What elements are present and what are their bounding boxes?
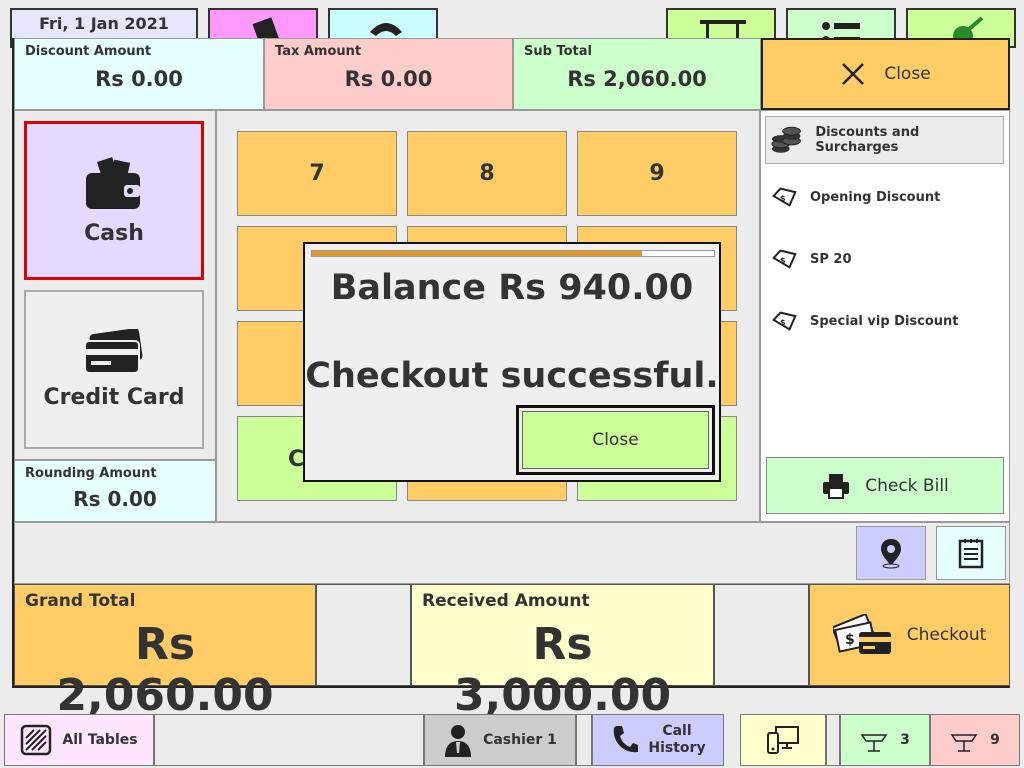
notes-button[interactable] xyxy=(936,526,1006,580)
tables-occupied-badge[interactable]: 9 xyxy=(930,714,1020,766)
discount-item-sp20[interactable]: $ SP 20 xyxy=(770,244,1000,274)
all-tables-button[interactable]: All Tables xyxy=(4,714,154,766)
grand-total-box: Grand Total Rs 2,060.00 xyxy=(14,584,316,721)
credit-card-icon xyxy=(84,329,143,374)
discount-amount-value: Rs 0.00 xyxy=(95,67,183,91)
cash-and-card-icon: $ xyxy=(832,614,891,654)
key-8[interactable]: 8 xyxy=(407,131,567,216)
price-tag-icon: $ xyxy=(770,310,800,332)
wallet-icon xyxy=(86,157,140,209)
call-history-label-line1: Call xyxy=(662,723,692,739)
tables-icon xyxy=(21,724,52,756)
price-tag-icon: $ xyxy=(770,248,800,270)
discounts-header-label: Discounts and Surcharges xyxy=(815,125,920,155)
totals-spacer-1 xyxy=(316,584,411,686)
all-tables-label: All Tables xyxy=(62,732,138,748)
check-bill-button[interactable]: Check Bill xyxy=(766,457,1004,514)
close-panel-button[interactable]: Close xyxy=(761,38,1010,110)
credit-card-label: Credit Card xyxy=(43,385,185,410)
dialog-close-button[interactable]: Close xyxy=(522,411,709,469)
tax-amount-value: Rs 0.00 xyxy=(344,67,433,91)
dialog-progress-bar xyxy=(311,250,715,257)
cash-button[interactable]: Cash xyxy=(24,121,204,280)
svg-text:$: $ xyxy=(780,318,786,327)
tables-occupied-count: 9 xyxy=(990,732,1000,748)
call-history-label-line2: History xyxy=(648,740,706,756)
svg-text:$: $ xyxy=(845,632,855,648)
checkout-success-dialog: Balance Rs 940.00 Checkout successful. C… xyxy=(303,242,721,482)
discount-item-special-vip[interactable]: $ Special vip Discount xyxy=(770,306,1000,336)
call-history-button[interactable]: Call History xyxy=(592,714,724,766)
footer-gap xyxy=(576,714,592,766)
cashier-button[interactable]: Cashier 1 xyxy=(424,714,576,766)
discount-item-label: SP 20 xyxy=(810,251,852,267)
key-9[interactable]: 9 xyxy=(577,131,737,216)
received-amount-label: Received Amount xyxy=(422,591,590,611)
sub-total-box: Sub Total Rs 2,060.00 xyxy=(513,38,761,110)
dialog-balance-text: Balance Rs 940.00 xyxy=(330,268,694,308)
grand-total-label: Grand Total xyxy=(25,591,136,611)
rounding-amount-label: Rounding Amount xyxy=(25,466,157,481)
cash-label: Cash xyxy=(84,221,144,246)
dialog-close-button-frame: Close xyxy=(516,405,715,475)
phone-handset-icon xyxy=(614,726,639,753)
sub-total-label: Sub Total xyxy=(524,44,592,59)
dialog-close-label: Close xyxy=(592,430,639,450)
location-pin-icon xyxy=(881,539,901,569)
table-icon xyxy=(860,734,888,752)
dialog-progress-fill xyxy=(312,251,642,256)
totals-spacer-2 xyxy=(714,584,809,686)
key-clear-label: C xyxy=(288,447,305,472)
tax-amount-label: Tax Amount xyxy=(275,44,362,59)
discount-amount-box: Discount Amount Rs 0.00 xyxy=(14,38,264,110)
key-7[interactable]: 7 xyxy=(237,131,397,216)
svg-text:$: $ xyxy=(780,194,786,203)
notepad-icon xyxy=(958,539,984,569)
discount-item-label: Special vip Discount xyxy=(810,313,959,329)
devices-button[interactable] xyxy=(740,714,826,766)
discount-item-label: Opening Discount xyxy=(810,189,941,205)
tables-free-count: 3 xyxy=(900,732,910,748)
received-amount-box: Received Amount Rs 3,000.00 xyxy=(411,584,714,721)
printer-icon xyxy=(823,473,850,499)
tables-free-badge[interactable]: 3 xyxy=(840,714,930,766)
dialog-message-text: Checkout successful. xyxy=(305,356,719,396)
discount-amount-label: Discount Amount xyxy=(25,44,152,59)
checkout-label: Checkout xyxy=(906,625,987,645)
discounts-header: Discounts and Surcharges xyxy=(765,116,1004,164)
sub-total-value: Rs 2,060.00 xyxy=(567,67,707,91)
received-amount-value: Rs 3,000.00 xyxy=(453,619,672,721)
devices-icon xyxy=(767,726,799,754)
discount-item-opening[interactable]: $ Opening Discount xyxy=(770,182,1000,212)
table-icon xyxy=(950,734,978,752)
cashier-avatar-icon xyxy=(445,725,472,757)
close-icon xyxy=(842,63,865,85)
footer-gap-2 xyxy=(826,714,840,766)
cashier-label: Cashier 1 xyxy=(483,732,557,748)
price-tag-icon: $ xyxy=(770,186,800,208)
check-bill-label: Check Bill xyxy=(865,475,949,496)
rounding-amount-value: Rs 0.00 xyxy=(73,487,157,511)
svg-text:$: $ xyxy=(780,256,786,265)
date-label: Fri, 1 Jan 2021 xyxy=(39,13,169,33)
tax-amount-box: Tax Amount Rs 0.00 xyxy=(264,38,513,110)
coins-icon xyxy=(771,126,801,153)
footer-spacer xyxy=(154,714,424,766)
location-button[interactable] xyxy=(856,526,926,580)
checkout-button[interactable]: $ Checkout xyxy=(809,584,1010,686)
grand-total-value: Rs 2,060.00 xyxy=(56,619,274,721)
credit-card-button[interactable]: Credit Card xyxy=(24,290,204,449)
close-panel-label: Close xyxy=(884,64,931,84)
rounding-amount-box: Rounding Amount Rs 0.00 xyxy=(14,460,216,522)
